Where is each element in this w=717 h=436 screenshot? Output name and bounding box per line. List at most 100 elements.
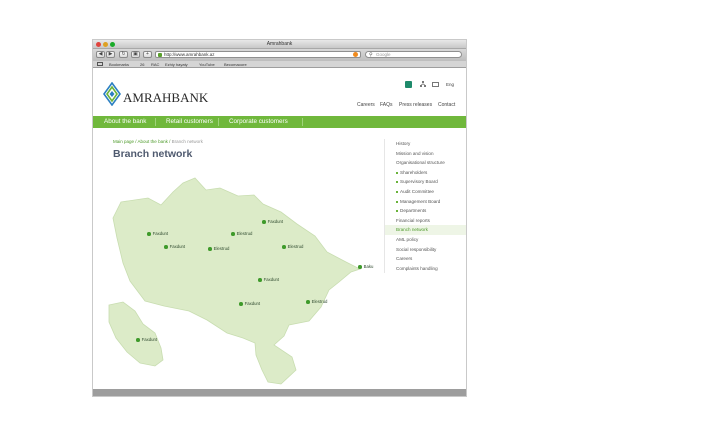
sidebar-item-aml-policy[interactable]: AML policy [385, 235, 466, 245]
rss-icon[interactable] [353, 52, 358, 57]
map-pin[interactable]: Faxdunt [239, 301, 260, 306]
main-navigation: About the bank Retail customers Corporat… [93, 116, 466, 128]
nav-about-the-bank[interactable]: About the bank [104, 116, 146, 128]
pin-label: Faxdunt [244, 301, 261, 306]
bullet-icon [396, 210, 398, 213]
sidebar-navigation: History Mission and vision Organisational … [384, 139, 466, 274]
sidebar-item-label: Organisational structure [396, 160, 445, 166]
forward-arrow-icon: ▶ [108, 51, 113, 57]
bookmarks-bar: Bookmarks 26 RAC Ezhiy hayaty YouTube Be… [93, 61, 466, 68]
page-icon: ▣ [133, 51, 138, 57]
sidebar-item-mission-and-vision[interactable]: Mission and vision [385, 149, 466, 159]
bookmark-item[interactable]: RAC [151, 62, 159, 67]
pin-label: Faxdunt [263, 277, 280, 282]
map-pin[interactable]: Faxdunt [164, 244, 185, 249]
sidebar-item-label: Audit Committee [400, 188, 434, 194]
map-pin[interactable]: Elestrud [208, 246, 229, 251]
nav-divider [155, 118, 156, 126]
map-pin-baku[interactable]: Baku [358, 264, 373, 269]
sidebar-item-label: Mission and vision [396, 150, 434, 156]
forward-button[interactable]: ▶ [106, 51, 115, 58]
screenshot-canvas: Amrahbank ◀ ▶ ↻ ▣ + http://www.amrahbank… [0, 0, 717, 436]
top-link-contact[interactable]: Contact [438, 102, 455, 108]
page-footer-bar [93, 389, 466, 396]
site-favicon-icon [158, 53, 162, 57]
map-pin[interactable]: Faxdunt [147, 231, 168, 236]
address-bar[interactable]: http://www.amrahbank.az [155, 51, 361, 58]
sidebar-item-history[interactable]: History [385, 139, 466, 149]
pin-label: Faxdunt [152, 231, 169, 236]
bookmark-item[interactable]: YouTube [199, 62, 215, 67]
map-pin[interactable]: Elestrud [231, 231, 252, 236]
pin-icon [239, 301, 243, 306]
nav-divider [218, 118, 219, 126]
sidebar-item-social-responsibility[interactable]: Social responsibility [385, 245, 466, 255]
webpage: AMRAHBANK Eng Careers FAQs Press release… [93, 69, 466, 391]
sidebar-item-financial-reports[interactable]: Financial reports [385, 216, 466, 226]
bookmark-item[interactable]: 26 [140, 62, 144, 67]
bookmark-item[interactable]: Ezhiy hayaty [165, 62, 188, 67]
sidebar-item-complaints-handling[interactable]: Complaints handling [385, 264, 466, 274]
browser-toolbar: ◀ ▶ ↻ ▣ + http://www.amrahbank.az ⚲ Goog… [93, 49, 466, 61]
map-pin[interactable]: Elestrud [282, 244, 303, 249]
pin-label: Baku [363, 264, 374, 269]
pin-icon [231, 231, 235, 236]
sitemap-icon[interactable] [420, 81, 426, 87]
search-placeholder: Google [376, 52, 391, 57]
bullet-icon [396, 190, 398, 193]
pin-icon [136, 337, 140, 342]
sidebar-item-label: Careers [396, 256, 413, 262]
language-switch[interactable]: Eng [446, 82, 454, 87]
breadcrumb-home-link[interactable]: Main page [113, 139, 134, 144]
map-pin[interactable]: Faxdunt [258, 277, 279, 282]
sidebar-item-label: Complaints handling [396, 265, 438, 271]
pin-icon [306, 299, 310, 304]
sidebar-item-careers[interactable]: Careers [385, 254, 466, 264]
mail-icon[interactable] [432, 82, 439, 87]
sidebar-item-supervisory-board[interactable]: Supervisory Board [385, 177, 466, 187]
breadcrumb-current: Branch network [171, 139, 203, 144]
sidebar-item-shareholders[interactable]: Shareholders [385, 168, 466, 178]
sidebar-item-label: Financial reports [396, 217, 430, 223]
top-link-press-releases[interactable]: Press releases [399, 102, 432, 108]
brand-name[interactable]: AMRAHBANK [123, 90, 208, 106]
window-title: Amrahbank [266, 41, 293, 47]
pin-label: Elestrud [213, 246, 230, 251]
reload-button[interactable]: ↻ [119, 51, 128, 58]
bullet-icon [396, 181, 398, 184]
pin-label: Elestrud [311, 299, 328, 304]
add-bookmark-button[interactable]: + [143, 51, 152, 58]
sidebar-item-organisational-structure[interactable]: Organisational structure [385, 158, 466, 168]
map-region-nakhchivan [108, 301, 164, 367]
amrahbank-logo-icon[interactable] [103, 82, 121, 106]
sidebar-item-departments[interactable]: Departments [385, 206, 466, 216]
home-button[interactable]: ▣ [131, 51, 140, 58]
map-pin[interactable]: Faxdunt [262, 219, 283, 224]
nav-corporate-customers[interactable]: Corporate customers [229, 116, 288, 128]
bookmark-item[interactable]: Becomaoore [224, 62, 247, 67]
map-pin[interactable]: Elestrud [306, 299, 327, 304]
sidebar-item-audit-committee[interactable]: Audit Committee [385, 187, 466, 197]
nav-retail-customers[interactable]: Retail customers [166, 116, 213, 128]
search-field[interactable]: ⚲ Google [365, 51, 462, 58]
bullet-icon [396, 200, 398, 203]
home-icon[interactable] [405, 81, 412, 88]
pin-label: Elestrud [236, 231, 253, 236]
branch-map: Faxdunt Faxdunt Elestrud Faxdunt Elestru… [103, 174, 373, 389]
back-button[interactable]: ◀ [96, 51, 105, 58]
window-titlebar: Amrahbank [93, 40, 466, 49]
top-link-faqs[interactable]: FAQs [380, 102, 393, 108]
sidebar-item-branch-network[interactable]: Branch network [385, 225, 466, 235]
breadcrumb-parent-link[interactable]: About the bank [138, 139, 168, 144]
pin-icon [258, 277, 262, 282]
sidebar-item-label: Branch network [396, 227, 428, 233]
bookmark-item[interactable]: Bookmarks [109, 62, 129, 67]
page-title: Branch network [113, 148, 193, 160]
map-pin[interactable]: Faxdunt [136, 337, 157, 342]
bullet-icon [396, 171, 398, 174]
sidebar-item-label: Shareholders [400, 169, 428, 175]
top-link-careers[interactable]: Careers [357, 102, 375, 108]
sidebar-item-management-board[interactable]: Management Board [385, 197, 466, 207]
pin-label: Faxdunt [141, 337, 158, 342]
bookmarks-book-icon[interactable] [97, 62, 103, 66]
